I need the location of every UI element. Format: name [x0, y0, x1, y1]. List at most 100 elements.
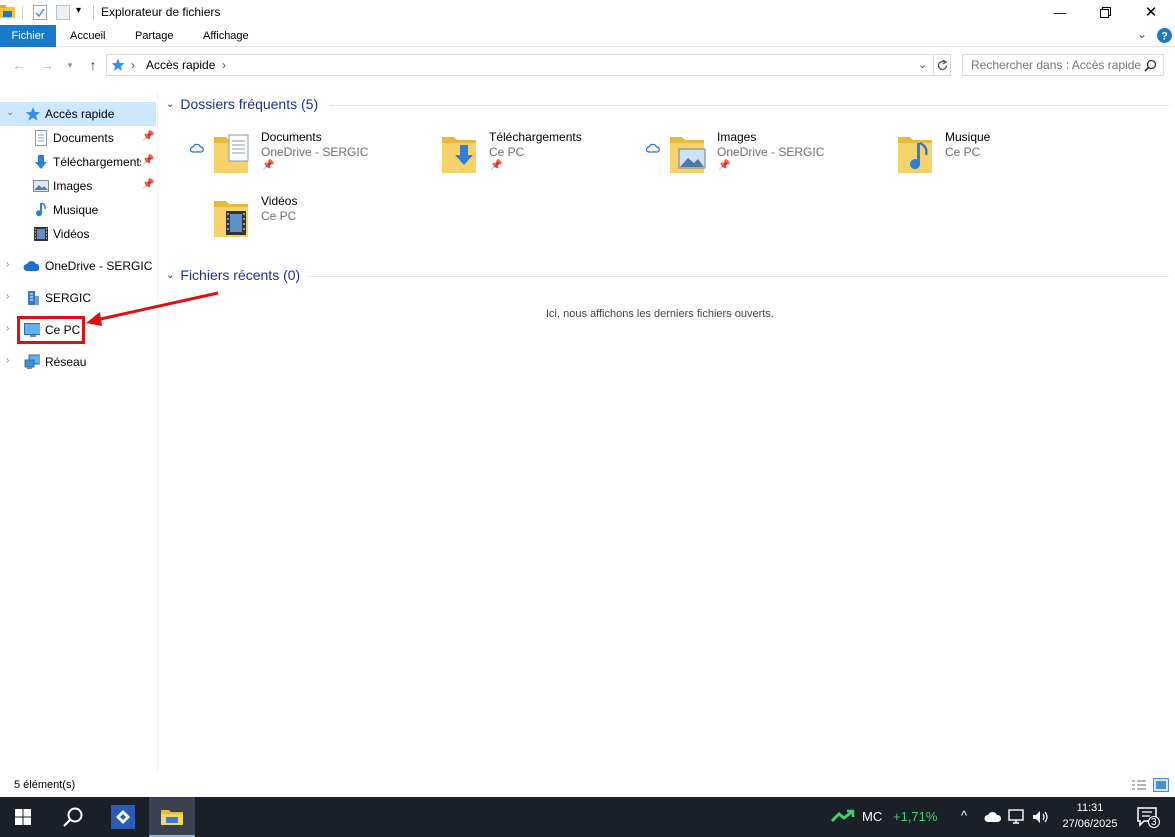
- folder-name: Vidéos: [261, 194, 298, 208]
- tab-fichier[interactable]: Fichier: [0, 25, 56, 47]
- cloud-status-icon: [646, 143, 660, 153]
- cloud-status-icon: [190, 143, 204, 153]
- nav-label-documents: Documents: [53, 131, 114, 145]
- folder-tile-documents[interactable]: Documents OneDrive - SERGIC 📌: [174, 129, 394, 189]
- new-folder-icon[interactable]: [56, 5, 70, 20]
- collapsed-chevron-icon[interactable]: ›: [6, 355, 9, 366]
- network-icon: [24, 354, 40, 369]
- nav-item-videos[interactable]: Vidéos: [0, 222, 156, 246]
- help-icon[interactable]: ?: [1157, 28, 1172, 43]
- file-explorer-icon: [161, 810, 183, 825]
- breadcrumb-quick-access[interactable]: Accès rapide: [146, 58, 215, 72]
- minimize-icon: —: [1053, 4, 1067, 20]
- start-button[interactable]: [0, 797, 46, 837]
- minimize-button[interactable]: —: [1037, 0, 1083, 24]
- images-icon: [33, 180, 49, 192]
- taskbar-app-remote[interactable]: [100, 797, 146, 837]
- search-icon[interactable]: [1144, 59, 1157, 72]
- expanded-chevron-icon[interactable]: ⌄: [6, 107, 14, 118]
- downloads-folder-icon: [442, 137, 476, 173]
- nav-item-network[interactable]: › Réseau: [0, 350, 156, 374]
- windows-logo-icon: [15, 809, 31, 825]
- network-tray-icon[interactable]: [1008, 809, 1026, 825]
- nav-item-music[interactable]: Musique: [0, 198, 156, 222]
- address-divider: [933, 55, 934, 75]
- breadcrumb-separator[interactable]: ›: [131, 58, 135, 72]
- refresh-icon[interactable]: [936, 59, 949, 72]
- close-button[interactable]: ✕: [1128, 0, 1174, 24]
- pin-icon[interactable]: 📌: [142, 179, 154, 190]
- annotation-arrow-icon: [86, 291, 219, 326]
- folder-tile-videos[interactable]: Vidéos Ce PC: [174, 193, 394, 253]
- folder-name: Images: [717, 130, 757, 144]
- properties-icon[interactable]: [33, 5, 47, 20]
- collapsed-chevron-icon[interactable]: ›: [6, 259, 9, 270]
- back-arrow-icon[interactable]: ←: [9, 55, 29, 75]
- item-count: 5 élément(s): [14, 779, 76, 791]
- address-history-chevron-icon[interactable]: ⌄: [918, 58, 927, 71]
- group-collapse-chevron-icon[interactable]: ⌄: [166, 99, 174, 110]
- action-center-button[interactable]: 3: [1130, 797, 1166, 837]
- ticker-change[interactable]: +1,71%: [893, 809, 937, 824]
- images-folder-icon: [670, 137, 706, 173]
- details-view-icon[interactable]: [1131, 779, 1147, 792]
- tab-affichage[interactable]: Affichage: [191, 25, 261, 47]
- folder-tile-music[interactable]: Musique Ce PC: [858, 129, 1078, 189]
- taskbar: MC +1,71% ^ 11:31 27/06/2025 3: [0, 797, 1175, 837]
- recent-files-title: Fichiers récents (0): [180, 267, 301, 283]
- download-arrow-icon: [35, 155, 47, 169]
- quick-access-star-icon: [25, 107, 41, 121]
- collapsed-chevron-icon[interactable]: ›: [6, 323, 9, 334]
- collapsed-chevron-icon[interactable]: ›: [6, 291, 9, 302]
- folder-tile-downloads[interactable]: Téléchargements Ce PC 📌: [402, 129, 622, 189]
- taskbar-search-button[interactable]: [50, 797, 96, 837]
- onedrive-tray-icon[interactable]: [984, 811, 1002, 823]
- onedrive-cloud-icon: [23, 261, 39, 271]
- recent-locations-chevron-icon[interactable]: ▾: [63, 55, 77, 75]
- tab-partage[interactable]: Partage: [123, 25, 186, 47]
- recent-files-header[interactable]: ⌄ Fichiers récents (0): [166, 267, 300, 283]
- svg-text:?: ?: [1161, 31, 1168, 43]
- explorer-app-icon[interactable]: [0, 4, 16, 20]
- up-arrow-icon[interactable]: ↑: [83, 55, 103, 75]
- nav-item-downloads[interactable]: Téléchargements 📌: [0, 150, 156, 174]
- show-hidden-icons-chevron-icon[interactable]: ^: [961, 808, 967, 823]
- window-title: Explorateur de fichiers: [101, 5, 221, 19]
- nav-item-onedrive[interactable]: › OneDrive - SERGIC: [0, 254, 156, 278]
- folder-name: Documents: [261, 130, 322, 144]
- taskbar-clock[interactable]: 11:31 27/06/2025: [1052, 800, 1128, 832]
- notification-count: 3: [1151, 817, 1157, 828]
- documents-icon: [35, 130, 47, 146]
- address-toolbar: ← → ▾ ↑ › Accès rapide › ⌄: [0, 48, 1175, 82]
- large-icons-view-icon[interactable]: [1153, 778, 1169, 792]
- pin-icon: 📌: [718, 160, 731, 171]
- taskbar-app-explorer[interactable]: [149, 797, 195, 837]
- tab-accueil[interactable]: Accueil: [58, 25, 117, 47]
- restore-button[interactable]: [1082, 0, 1128, 24]
- stock-ticker-widget[interactable]: [828, 797, 858, 837]
- building-icon: [28, 291, 39, 305]
- breadcrumb-separator-2[interactable]: ›: [222, 58, 226, 72]
- content-pane: ⌄ Dossiers fréquents (5) Documents OneDr…: [160, 92, 1172, 772]
- nav-item-documents[interactable]: Documents 📌: [0, 126, 156, 150]
- volume-icon[interactable]: [1032, 809, 1050, 825]
- expand-ribbon-chevron-icon[interactable]: ⌄: [1137, 27, 1147, 41]
- pin-icon[interactable]: 📌: [142, 155, 154, 166]
- ticker-symbol[interactable]: MC: [862, 809, 882, 824]
- group-collapse-chevron-icon[interactable]: ⌄: [166, 270, 174, 281]
- nav-item-quick-access[interactable]: ⌄ Accès rapide: [0, 102, 156, 126]
- folder-location: OneDrive - SERGIC: [261, 145, 369, 159]
- documents-folder-icon: [214, 134, 249, 173]
- frequent-folders-header[interactable]: ⌄ Dossiers fréquents (5): [166, 96, 318, 112]
- folder-tile-images[interactable]: Images OneDrive - SERGIC 📌: [630, 129, 850, 189]
- customize-qa-chevron-icon[interactable]: ▾: [76, 5, 81, 16]
- nav-item-images[interactable]: Images 📌: [0, 174, 156, 198]
- address-bar[interactable]: › Accès rapide › ⌄: [106, 54, 951, 76]
- forward-arrow-icon[interactable]: →: [37, 55, 57, 75]
- search-input[interactable]: [963, 55, 1141, 75]
- search-box[interactable]: [962, 54, 1164, 76]
- music-folder-icon: [898, 137, 932, 173]
- pin-icon[interactable]: 📌: [142, 131, 154, 142]
- pin-icon: 📌: [490, 160, 503, 171]
- ribbon-tabs: Fichier Accueil Partage Affichage ⌄ ?: [0, 25, 1175, 47]
